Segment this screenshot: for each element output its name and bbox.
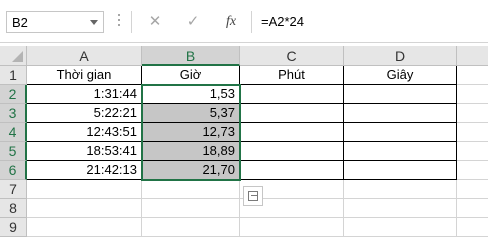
cell-a2[interactable]: 1:31:44 bbox=[27, 85, 142, 104]
cell-d1[interactable]: Giây bbox=[344, 66, 457, 85]
cell-c3[interactable] bbox=[240, 104, 344, 123]
drag-handle-icon[interactable] bbox=[118, 14, 121, 28]
cell-c5[interactable] bbox=[240, 142, 344, 161]
column-header-d[interactable]: D bbox=[344, 46, 457, 66]
cell-a9[interactable] bbox=[27, 218, 142, 237]
row-header-3[interactable]: 3 bbox=[0, 104, 27, 123]
cell-b3[interactable]: 5,37 bbox=[142, 104, 240, 123]
cell-c2[interactable] bbox=[240, 85, 344, 104]
quick-analysis-button[interactable] bbox=[243, 186, 263, 206]
row-header-2[interactable]: 2 bbox=[0, 85, 27, 104]
divider bbox=[0, 42, 488, 43]
cell-d9[interactable] bbox=[344, 218, 457, 237]
column-header-b[interactable]: B bbox=[142, 46, 240, 66]
cell-a5[interactable]: 18:53:41 bbox=[27, 142, 142, 161]
cell-d5[interactable] bbox=[344, 142, 457, 161]
cell-a3[interactable]: 5:22:21 bbox=[27, 104, 142, 123]
cell-a8[interactable] bbox=[27, 199, 142, 218]
cell-e8[interactable] bbox=[457, 199, 488, 218]
cell-d8[interactable] bbox=[344, 199, 457, 218]
cell-e2[interactable] bbox=[457, 85, 488, 104]
cell-b2[interactable]: 1,53 bbox=[142, 85, 240, 104]
select-all-corner[interactable] bbox=[0, 46, 27, 66]
quick-analysis-icon bbox=[248, 191, 258, 201]
name-box-value: B2 bbox=[12, 15, 28, 30]
enter-icon[interactable]: ✓ bbox=[178, 11, 208, 33]
formula-input[interactable]: =A2*24 bbox=[255, 11, 488, 33]
cell-d6[interactable] bbox=[344, 161, 457, 180]
cell-e6[interactable] bbox=[457, 161, 488, 180]
cell-a4[interactable]: 12:43:51 bbox=[27, 123, 142, 142]
cell-d3[interactable] bbox=[344, 104, 457, 123]
cell-c1[interactable]: Phút bbox=[240, 66, 344, 85]
cell-b9[interactable] bbox=[142, 218, 240, 237]
row-header-1[interactable]: 1 bbox=[0, 66, 27, 85]
row-header-9[interactable]: 9 bbox=[0, 218, 27, 237]
row-header-8[interactable]: 8 bbox=[0, 199, 27, 218]
cell-e1[interactable] bbox=[457, 66, 488, 85]
insert-function-icon[interactable]: fx bbox=[216, 11, 246, 33]
cell-b8[interactable] bbox=[142, 199, 240, 218]
divider bbox=[251, 11, 252, 33]
cell-d7[interactable] bbox=[344, 180, 457, 199]
row-header-5[interactable]: 5 bbox=[0, 142, 27, 161]
cell-b5[interactable]: 18,89 bbox=[142, 142, 240, 161]
cell-e7[interactable] bbox=[457, 180, 488, 199]
chevron-down-icon[interactable] bbox=[90, 20, 98, 25]
formula-bar: B2 ✕ ✓ fx =A2*24 bbox=[0, 0, 488, 42]
name-box[interactable]: B2 bbox=[6, 11, 104, 33]
cell-b1[interactable]: Giờ bbox=[142, 66, 240, 85]
cell-e5[interactable] bbox=[457, 142, 488, 161]
column-header-a[interactable]: A bbox=[27, 46, 142, 66]
cell-a7[interactable] bbox=[27, 180, 142, 199]
cell-e3[interactable] bbox=[457, 104, 488, 123]
cell-b7[interactable] bbox=[142, 180, 240, 199]
row-header-6[interactable]: 6 bbox=[0, 161, 27, 180]
cell-d2[interactable] bbox=[344, 85, 457, 104]
cell-c4[interactable] bbox=[240, 123, 344, 142]
cancel-icon[interactable]: ✕ bbox=[140, 11, 170, 33]
cell-c9[interactable] bbox=[240, 218, 344, 237]
cell-d4[interactable] bbox=[344, 123, 457, 142]
column-header-e[interactable] bbox=[457, 46, 488, 66]
row-header-7[interactable]: 7 bbox=[0, 180, 27, 199]
cell-e9[interactable] bbox=[457, 218, 488, 237]
cell-b6[interactable]: 21,70 bbox=[142, 161, 240, 180]
cell-a6[interactable]: 21:42:13 bbox=[27, 161, 142, 180]
divider bbox=[131, 11, 132, 33]
cell-b4[interactable]: 12,73 bbox=[142, 123, 240, 142]
row-header-4[interactable]: 4 bbox=[0, 123, 27, 142]
column-header-c[interactable]: C bbox=[240, 46, 344, 66]
cell-a1[interactable]: Thời gian bbox=[27, 66, 142, 85]
cell-e4[interactable] bbox=[457, 123, 488, 142]
select-all-icon[interactable] bbox=[12, 51, 23, 62]
cell-c6[interactable] bbox=[240, 161, 344, 180]
